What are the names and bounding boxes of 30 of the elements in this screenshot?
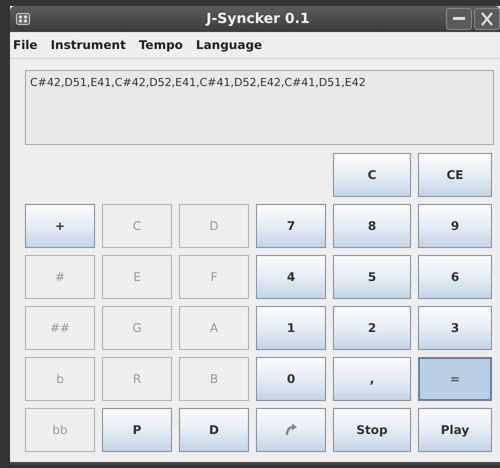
key-button[interactable]: 8	[333, 204, 411, 248]
menu-item[interactable]: Instrument	[48, 38, 126, 52]
menu-item[interactable]: File	[10, 38, 38, 52]
key-button[interactable]: C	[333, 153, 411, 197]
key-button[interactable]: Stop	[333, 408, 411, 452]
redo-icon	[284, 423, 298, 437]
key-button[interactable]: 2	[333, 306, 411, 350]
key-button[interactable]: 1	[256, 306, 326, 350]
key-button[interactable]: D	[179, 408, 249, 452]
key-button[interactable]: 0	[256, 357, 326, 401]
key-button[interactable]: 6	[418, 255, 492, 299]
key-button[interactable]: 5	[333, 255, 411, 299]
key-button[interactable]: CE	[418, 153, 492, 197]
key-button[interactable]: P	[102, 408, 172, 452]
key-button[interactable]: 9	[418, 204, 492, 248]
redo-button[interactable]	[256, 408, 326, 452]
key-button[interactable]: 7	[256, 204, 326, 248]
key-button[interactable]: 4	[256, 255, 326, 299]
key-button[interactable]: Play	[418, 408, 492, 452]
key-button[interactable]: +	[25, 204, 95, 248]
notes-field[interactable]: C#42,D51,E41,C#42,D52,E41,C#41,D52,E42,C#41,D51,E42	[25, 70, 494, 145]
key-button[interactable]: 3	[418, 306, 492, 350]
key-button[interactable]: =	[418, 357, 492, 401]
close-icon[interactable]	[474, 8, 500, 30]
menu-item[interactable]: Language	[192, 38, 262, 52]
minimize-icon[interactable]	[446, 8, 472, 30]
app-icon	[16, 13, 30, 25]
key-button[interactable]: ,	[333, 357, 411, 401]
menu-item[interactable]: Tempo	[136, 38, 183, 52]
window-title: J-Syncker 0.1	[204, 11, 310, 27]
